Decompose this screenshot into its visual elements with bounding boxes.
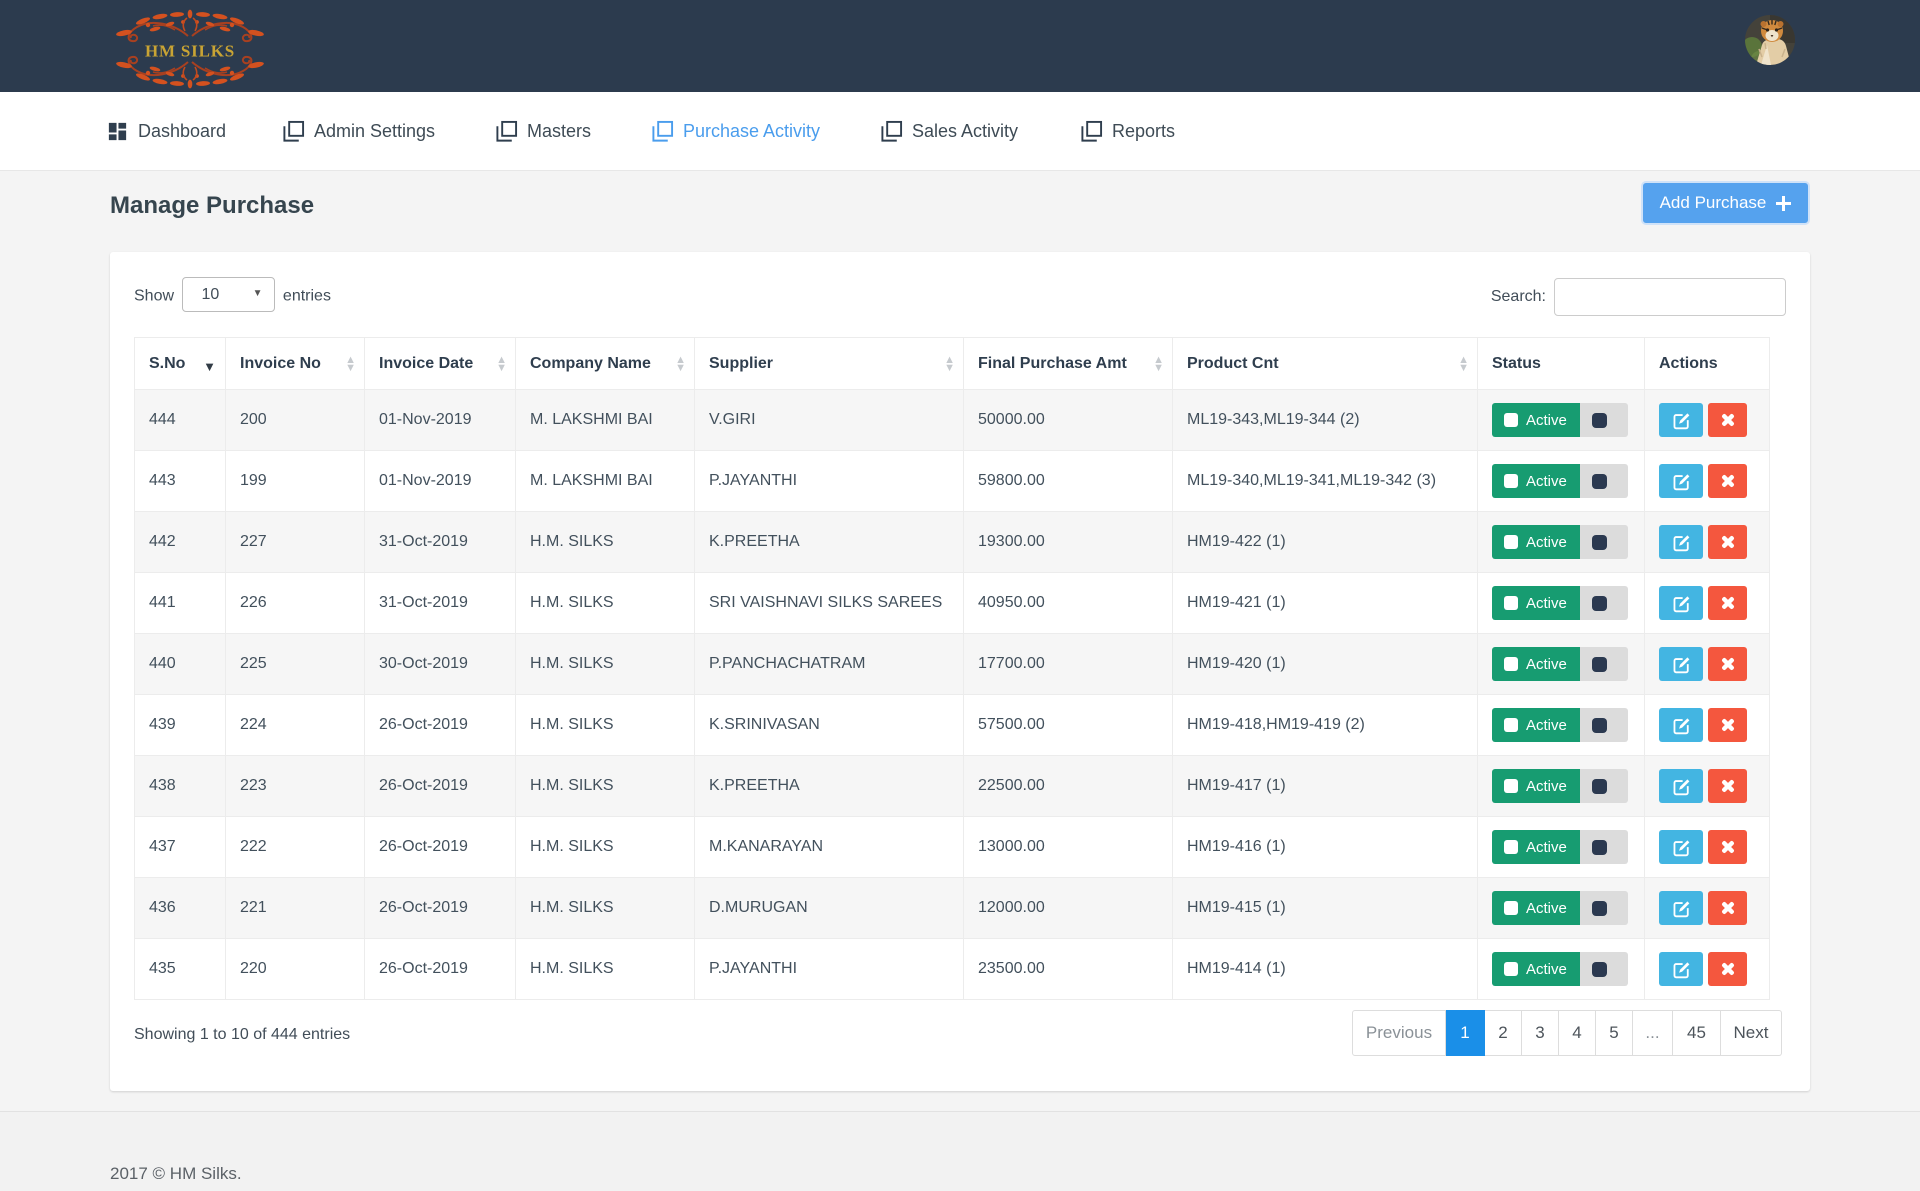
svg-text:HM SILKS: HM SILKS bbox=[145, 42, 235, 61]
